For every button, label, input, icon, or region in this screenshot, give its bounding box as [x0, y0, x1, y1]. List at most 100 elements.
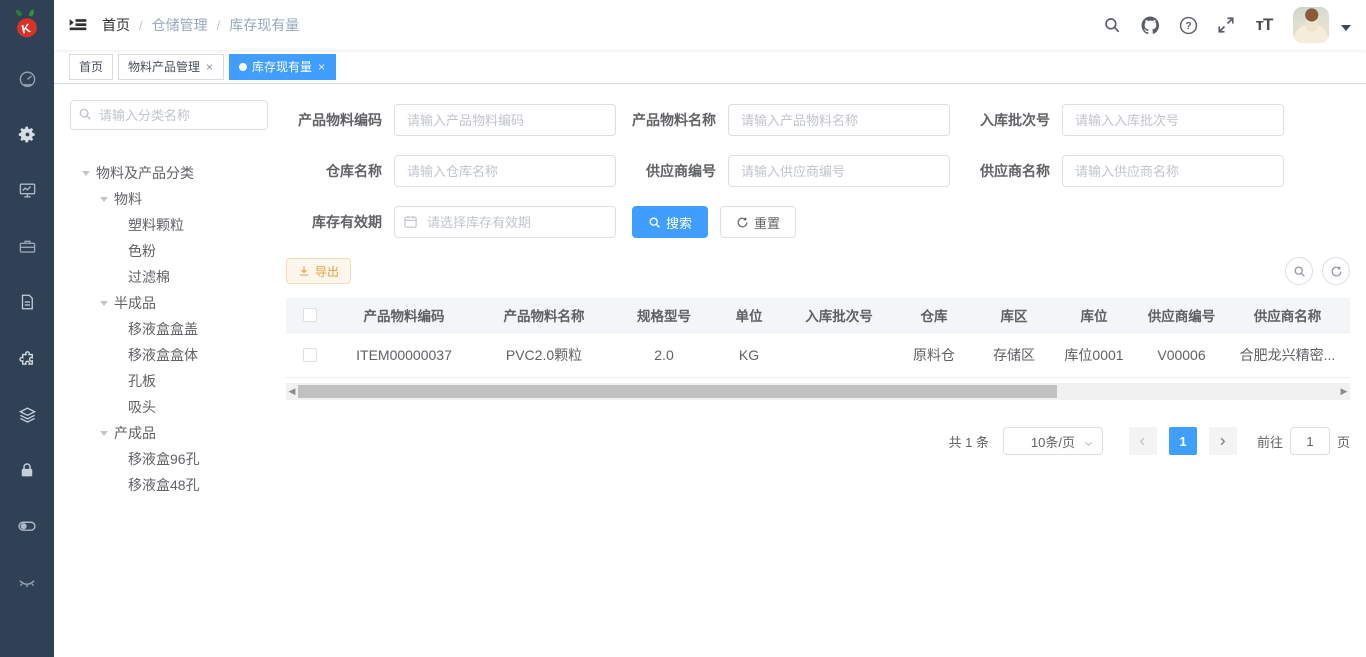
sidebar-item-puzzle[interactable] [0, 330, 54, 386]
toggle-icon [17, 516, 37, 536]
tree-item[interactable]: 吸头 [70, 394, 286, 420]
sidebar-item-monitor-chart[interactable] [0, 162, 54, 218]
tree-item[interactable]: 物料 [70, 186, 286, 212]
column-header: 产品物料名称 [474, 305, 614, 325]
tab-label: 首页 [79, 58, 103, 75]
sidebar-toggle-icon[interactable] [54, 0, 102, 50]
tree-item[interactable]: 产成品 [70, 420, 286, 446]
tab-首页[interactable]: 首页 [69, 54, 113, 80]
tree-search-input[interactable] [70, 100, 268, 130]
goto-page: 前往 页 [1257, 427, 1350, 455]
export-button-label: 导出 [315, 263, 339, 280]
row-checkbox[interactable] [303, 348, 317, 362]
caret-down-icon[interactable] [82, 171, 90, 180]
sidebar-item-toggle[interactable] [0, 498, 54, 554]
filter-input-wrap [394, 155, 616, 187]
category-tree: 物料及产品分类 物料 塑料颗粒 色粉 过滤棉 半成品 移液盒盒盖 移液盒盒体 孔… [70, 160, 286, 498]
refresh-icon [736, 216, 749, 229]
github-icon[interactable] [1135, 10, 1165, 40]
tree-item[interactable]: 过滤棉 [70, 264, 286, 290]
search-button[interactable]: 搜索 [632, 206, 708, 238]
filter-input[interactable] [394, 155, 616, 187]
sidebar-item-layers[interactable] [0, 386, 54, 442]
avatar[interactable] [1293, 7, 1329, 43]
filter-input[interactable] [728, 104, 950, 136]
tree-item[interactable]: 移液盒48孔 [70, 472, 286, 498]
page-size-select[interactable]: 10条/页 [1003, 427, 1103, 455]
page-number-button[interactable]: 1 [1169, 427, 1197, 455]
page-content: 物料及产品分类 物料 塑料颗粒 色粉 过滤棉 半成品 移液盒盒盖 移液盒盒体 孔… [54, 84, 1366, 657]
breadcrumb-item[interactable]: 仓储管理 [152, 15, 208, 35]
export-button[interactable]: 导出 [286, 258, 351, 284]
tree-item[interactable]: 物料及产品分类 [70, 160, 286, 186]
table-body: ITEM00000037PVC2.0颗粒2.0KG原料仓存储区库位0001V00… [286, 333, 1350, 378]
help-icon[interactable]: ? [1173, 10, 1203, 40]
app-logo[interactable]: K [0, 0, 54, 50]
filter-row-date: 库存有效期 搜索 重置 [286, 206, 1350, 238]
table-cell: ITEM00000037 [334, 347, 474, 363]
select-all-checkbox[interactable] [303, 308, 317, 322]
filter-input[interactable] [1062, 104, 1284, 136]
sidebar-item-briefcase[interactable] [0, 218, 54, 274]
tree-item[interactable]: 移液盒盒体 [70, 342, 286, 368]
next-page-button[interactable] [1209, 427, 1237, 455]
tab-label: 物料产品管理 [128, 58, 200, 75]
refresh-icon[interactable] [1322, 257, 1350, 285]
goto-page-input[interactable] [1290, 427, 1330, 455]
filter-input-wrap [728, 104, 950, 136]
caret-down-icon[interactable] [100, 431, 108, 440]
column-header: 供应商编号 [1134, 305, 1229, 325]
prev-page-button[interactable] [1129, 427, 1157, 455]
tree-item-label: 色粉 [128, 241, 156, 261]
document-icon [18, 293, 36, 311]
filter-label: 产品物料编码 [286, 110, 382, 130]
breadcrumb-item[interactable]: 首页 [102, 15, 130, 35]
date-range-input[interactable] [394, 206, 616, 238]
active-dot [239, 63, 247, 71]
table-cell: V00006 [1134, 347, 1229, 363]
filter-input[interactable] [728, 155, 950, 187]
column-header: 供应商名称 [1229, 305, 1346, 325]
main-column: 首页/仓储管理/库存现有量 ? тT 首页 [54, 0, 1366, 657]
scroll-right-arrow[interactable]: ▶ [1338, 383, 1350, 400]
tree-item[interactable]: 塑料颗粒 [70, 212, 286, 238]
tree-item-label: 孔板 [128, 371, 156, 391]
tree-item[interactable]: 半成品 [70, 290, 286, 316]
fullscreen-icon[interactable] [1211, 10, 1241, 40]
caret-down-icon[interactable] [100, 197, 108, 206]
reset-button[interactable]: 重置 [720, 206, 796, 238]
filter-input[interactable] [1062, 155, 1284, 187]
strawberry-logo-icon: K [10, 8, 44, 42]
close-icon[interactable]: × [317, 60, 326, 74]
tab-物料产品管理[interactable]: 物料产品管理 × [118, 54, 224, 80]
sidebar-item-dashboard[interactable] [0, 50, 54, 106]
search-icon[interactable] [1097, 10, 1127, 40]
filter-input[interactable] [394, 104, 616, 136]
table-row[interactable]: ITEM00000037PVC2.0颗粒2.0KG原料仓存储区库位0001V00… [286, 333, 1350, 378]
filter-input-wrap [394, 104, 616, 136]
caret-down-icon[interactable] [1341, 25, 1351, 36]
font-size-icon[interactable]: тT [1249, 10, 1279, 40]
tree-item[interactable]: 移液盒盒盖 [70, 316, 286, 342]
tree-item[interactable]: 移液盒96孔 [70, 446, 286, 472]
table-cell: 合肥龙兴精密... [1229, 345, 1346, 365]
sidebar-item-document[interactable] [0, 274, 54, 330]
app-root: K 首页/仓储管理/库存现有量 [0, 0, 1366, 657]
goto-label: 前往 [1257, 432, 1283, 451]
sidebar: K [0, 0, 54, 657]
scroll-left-arrow[interactable]: ◀ [286, 383, 298, 400]
filter-item-date: 库存有效期 [286, 206, 620, 238]
sidebar-item-gear[interactable] [0, 106, 54, 162]
caret-down-icon[interactable] [100, 301, 108, 310]
tree-item-label: 产成品 [114, 423, 156, 443]
close-icon[interactable]: × [205, 60, 214, 74]
tree-item-label: 半成品 [114, 293, 156, 313]
scrollbar-thumb[interactable] [298, 385, 1057, 398]
tab-库存现有量[interactable]: 库存现有量 × [229, 54, 336, 80]
tree-item[interactable]: 色粉 [70, 238, 286, 264]
category-tree-panel: 物料及产品分类 物料 塑料颗粒 色粉 过滤棉 半成品 移液盒盒盖 移液盒盒体 孔… [70, 100, 286, 657]
sidebar-item-eye-closed[interactable] [0, 554, 54, 610]
sidebar-item-lock[interactable] [0, 442, 54, 498]
search-toggle-icon[interactable] [1285, 257, 1313, 285]
tree-item[interactable]: 孔板 [70, 368, 286, 394]
